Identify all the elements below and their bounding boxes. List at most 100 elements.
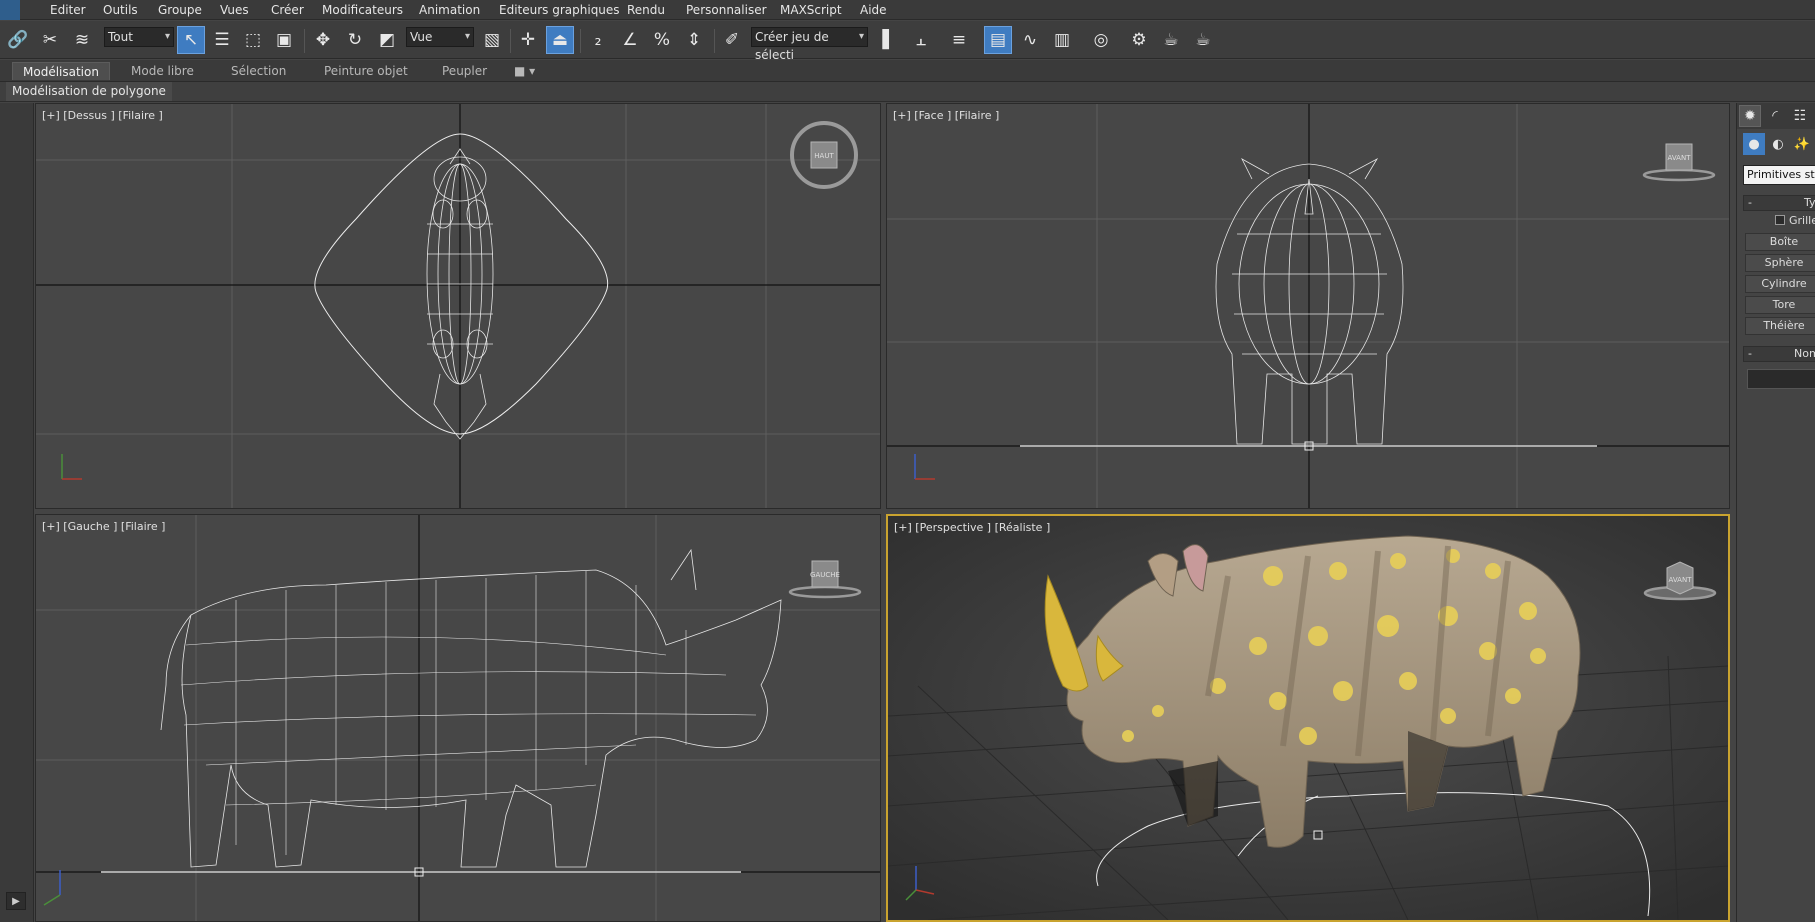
cylinder-button[interactable]: Cylindre [1745, 275, 1815, 293]
reference-coordinate-dropdown[interactable]: Vue ▾ [406, 27, 474, 47]
pivot-point-icon[interactable]: ▧ [478, 26, 506, 54]
menu-aide[interactable]: Aide [860, 2, 887, 18]
rectangular-selection-icon[interactable]: ⬚ [239, 26, 267, 54]
object-name-input[interactable] [1747, 369, 1815, 389]
select-manipulate-icon[interactable]: ✛ [514, 26, 542, 54]
viewport-left[interactable]: [+] [Gauche ] [Filaire ] GAUCHE [35, 514, 881, 922]
percent-snap-icon[interactable]: % [648, 26, 676, 54]
left-wireframe-canvas [36, 515, 880, 921]
top-wireframe-canvas [36, 104, 880, 508]
expand-arrow-icon[interactable]: ▶ [6, 892, 26, 910]
schematic-view-icon[interactable]: ▥ [1048, 26, 1076, 54]
toggle-scene-explorer-icon[interactable]: ▤ [984, 26, 1012, 54]
ribbon-tab-bar: Modélisation Mode libre Sélection Peintu… [0, 60, 1815, 82]
grid-checkbox-row[interactable]: Grille [1737, 214, 1815, 229]
toolbar-divider [510, 29, 511, 53]
link-icon[interactable]: 🔗 [4, 26, 32, 54]
snaps-toggle-icon[interactable]: ₂ [584, 26, 612, 54]
menu-groupe[interactable]: Groupe [158, 2, 202, 18]
menu-vues[interactable]: Vues [220, 2, 249, 18]
selection-filter-value: Tout [108, 30, 133, 44]
chevron-down-icon: ▾ [164, 31, 170, 42]
spinner-snap-icon[interactable]: ⇕ [680, 26, 708, 54]
selection-filter-dropdown[interactable]: Tout ▾ [104, 27, 174, 47]
render-setup-icon[interactable]: ⚙ [1125, 26, 1153, 54]
menu-creer[interactable]: Créer [271, 2, 304, 18]
menu-editer[interactable]: Editer [50, 2, 86, 18]
grid-checkbox[interactable] [1775, 215, 1785, 225]
modify-tab-icon[interactable]: ◜ [1764, 105, 1786, 127]
toolbar-divider [580, 29, 581, 53]
select-rotate-icon[interactable]: ↻ [341, 26, 369, 54]
create-tab-icon[interactable]: ✹ [1739, 105, 1761, 127]
curve-editor-icon[interactable]: ∿ [1016, 26, 1044, 54]
tab-peinture-objet[interactable]: Peinture objet [314, 62, 418, 80]
tab-selection[interactable]: Sélection [221, 62, 296, 80]
select-by-name-icon[interactable]: ☰ [208, 26, 236, 54]
viewport-layout-strip: ▶ [0, 103, 34, 922]
select-move-icon[interactable]: ✥ [309, 26, 337, 54]
menu-outils[interactable]: Outils [103, 2, 138, 18]
unlink-icon[interactable]: ✂ [36, 26, 64, 54]
reference-coordinate-value: Vue [410, 30, 433, 44]
tab-mode-libre[interactable]: Mode libre [121, 62, 204, 80]
shapes-icon[interactable]: ◐ [1767, 133, 1789, 155]
edit-named-selection-icon[interactable]: ✐ [718, 26, 746, 54]
rendered-frame-window-icon[interactable]: ☕ [1157, 26, 1185, 54]
viewcube-icon[interactable]: AVANT [1640, 552, 1720, 602]
ribbon-options-icon[interactable]: ■ ▾ [504, 62, 545, 80]
grid-checkbox-label: Grille [1789, 214, 1815, 227]
create-category-row: ● ◐ ✨ [1737, 133, 1815, 157]
teapot-button[interactable]: Théière [1745, 317, 1815, 335]
viewport-perspective[interactable]: [+] [Perspective ] [Réaliste ] AVANT [886, 514, 1730, 922]
viewcube-label: HAUT [814, 152, 834, 160]
viewport-label-left[interactable]: [+] [Gauche ] [Filaire ] [42, 520, 165, 533]
viewcube-icon[interactable]: GAUCHE [785, 551, 865, 601]
viewport-label-front[interactable]: [+] [Face ] [Filaire ] [893, 109, 999, 122]
application-button[interactable] [0, 0, 20, 20]
bind-space-warp-icon[interactable]: ≋ [68, 26, 96, 54]
axis-tripod-icon [914, 454, 935, 480]
type-rollout-header[interactable]: - Type [1743, 195, 1815, 211]
torus-button[interactable]: Tore [1745, 296, 1815, 314]
render-production-icon[interactable]: ☕ [1189, 26, 1217, 54]
align-icon[interactable]: ⫠ [907, 26, 935, 54]
select-scale-icon[interactable]: ◩ [373, 26, 401, 54]
mirror-icon[interactable]: ▌ [875, 26, 903, 54]
layer-explorer-icon[interactable]: ≡ [945, 26, 973, 54]
tab-peupler[interactable]: Peupler [432, 62, 497, 80]
viewcube-label: AVANT [1669, 576, 1693, 584]
window-crossing-icon[interactable]: ▣ [270, 26, 298, 54]
name-rollout-header[interactable]: - Nom e [1743, 346, 1815, 362]
front-wireframe-canvas [887, 104, 1729, 508]
collapse-icon: - [1748, 196, 1752, 209]
viewcube-icon[interactable]: AVANT [1639, 134, 1719, 184]
menu-personnaliser[interactable]: Personnaliser [686, 2, 767, 18]
viewcube-icon[interactable]: HAUT [789, 120, 859, 190]
viewcube-label: GAUCHE [810, 571, 840, 579]
tab-modelisation[interactable]: Modélisation [12, 62, 110, 80]
menu-rendu[interactable]: Rendu [627, 2, 665, 18]
menu-animation[interactable]: Animation [419, 2, 480, 18]
named-selection-set-dropdown[interactable]: Créer jeu de sélecti ▾ [751, 27, 868, 62]
viewport-label-perspective[interactable]: [+] [Perspective ] [Réaliste ] [894, 521, 1050, 534]
lights-icon[interactable]: ✨ [1791, 133, 1813, 155]
viewport-label-top[interactable]: [+] [Dessus ] [Filaire ] [42, 109, 163, 122]
menu-editeurs-graphiques[interactable]: Editeurs graphiques [499, 2, 620, 18]
viewport-front[interactable]: [+] [Face ] [Filaire ] AVANT [886, 103, 1730, 509]
angle-snap-icon[interactable]: ∠ [616, 26, 644, 54]
polygon-modeling-label[interactable]: Modélisation de polygone [6, 82, 172, 101]
keyboard-shortcut-override-icon[interactable]: ⏏ [546, 26, 574, 54]
object-type-dropdown[interactable]: Primitives stan [1743, 165, 1815, 185]
geometry-icon[interactable]: ● [1743, 133, 1765, 155]
menu-maxscript[interactable]: MAXScript [780, 2, 842, 18]
menu-modificateurs[interactable]: Modificateurs [322, 2, 403, 18]
name-rollout-title: Nom e [1794, 347, 1815, 360]
sphere-button[interactable]: Sphère [1745, 254, 1815, 272]
box-button[interactable]: Boîte [1745, 233, 1815, 251]
viewport-top[interactable]: [+] [Dessus ] [Filaire ] HAUT [35, 103, 881, 509]
material-editor-icon[interactable]: ◎ [1087, 26, 1115, 54]
viewcube-label: AVANT [1668, 154, 1692, 162]
hierarchy-tab-icon[interactable]: ☷ [1789, 105, 1811, 127]
select-object-icon[interactable]: ↖ [177, 26, 205, 54]
